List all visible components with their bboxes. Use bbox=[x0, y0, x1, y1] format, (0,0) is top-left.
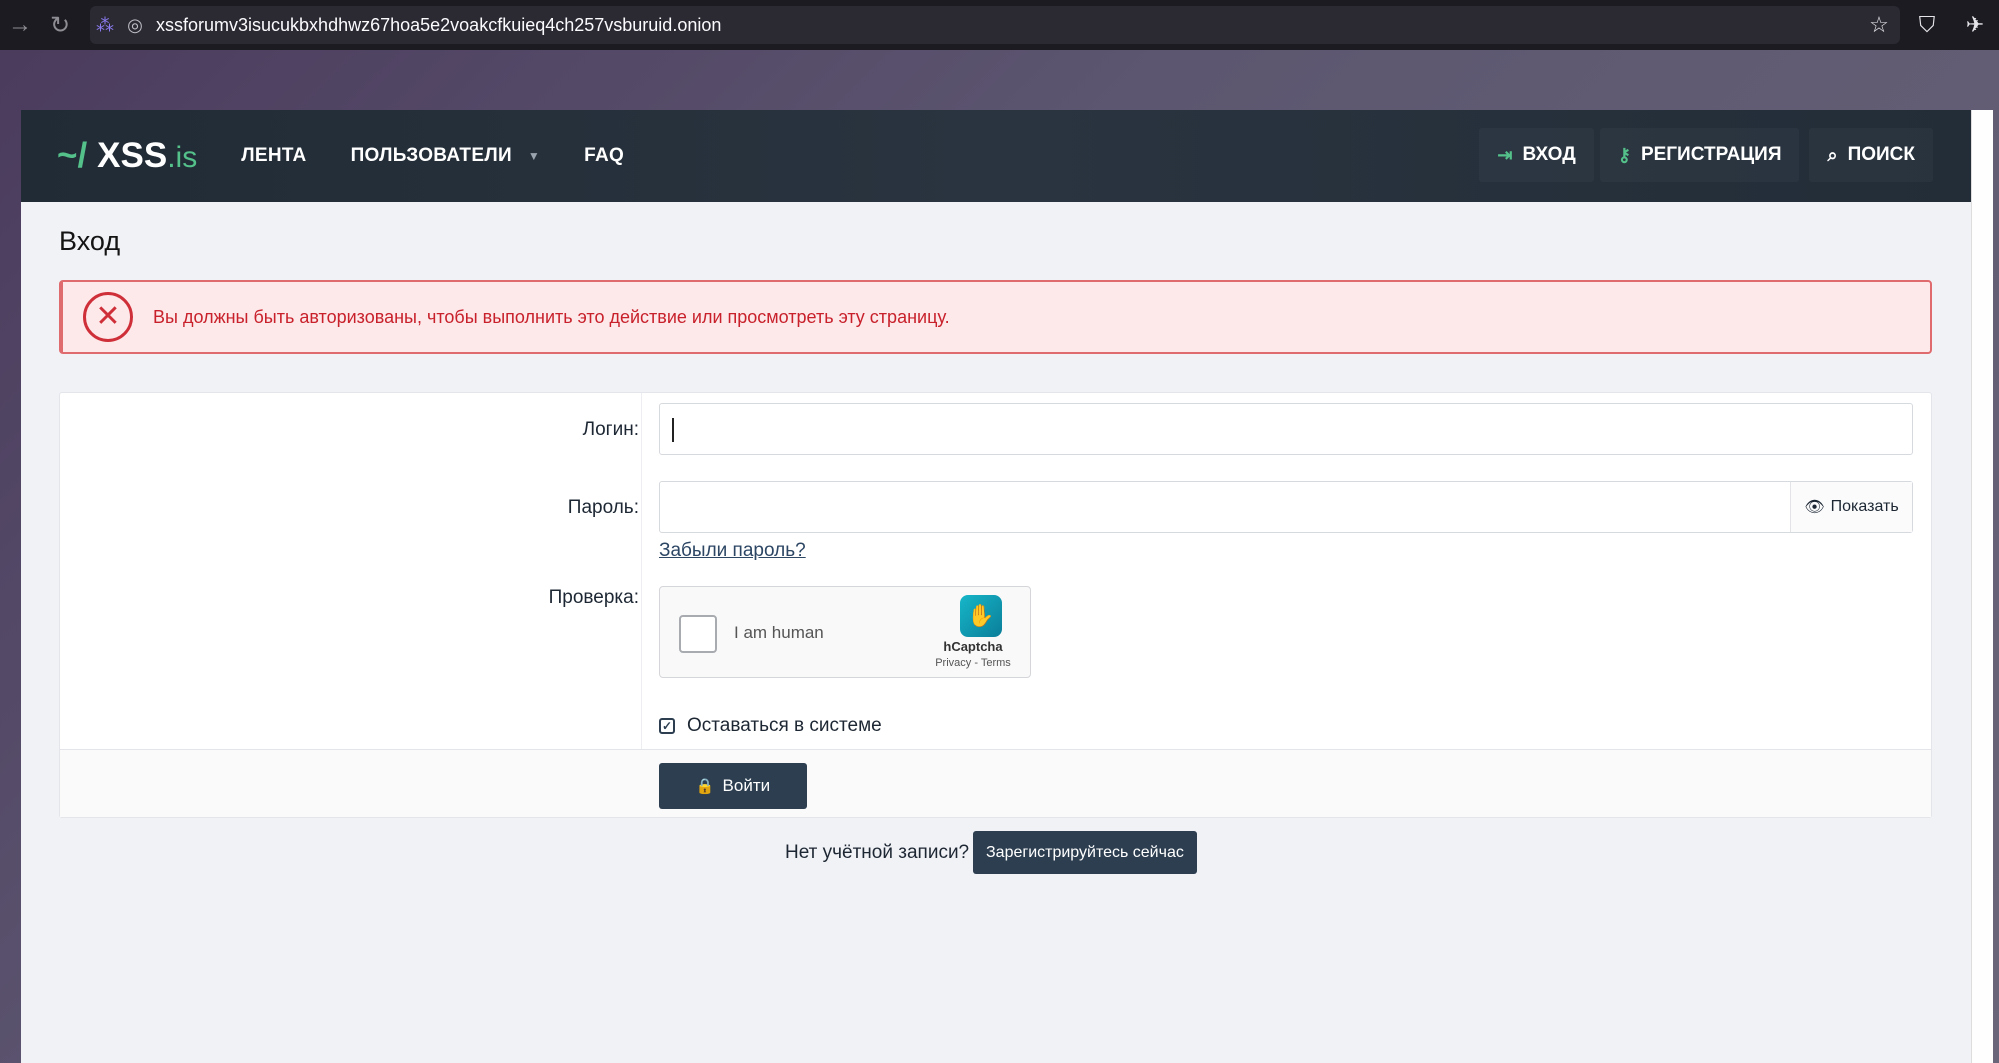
site-logo[interactable]: ~/ XSS .is bbox=[57, 136, 197, 176]
form-footer-row bbox=[60, 749, 1931, 817]
nav-faq[interactable]: FAQ bbox=[584, 145, 624, 167]
eye-icon: 👁 bbox=[1804, 499, 1825, 516]
password-label: Пароль: bbox=[567, 497, 639, 518]
hcaptcha-logo-icon: ✋ bbox=[960, 595, 1002, 637]
show-password-button[interactable]: 👁 Показать bbox=[1790, 482, 1912, 532]
nav-feed[interactable]: ЛЕНТА bbox=[241, 145, 306, 167]
no-account-text: Нет учётной записи? bbox=[785, 842, 970, 863]
tor-circuit-icon[interactable]: ⁂ bbox=[90, 15, 120, 36]
site-header: ~/ XSS .is ЛЕНТА ПОЛЬЗОВАТЕЛИ ▼ FAQ ⇥ ВХ… bbox=[21, 110, 1971, 202]
chevron-down-icon[interactable]: ▼ bbox=[528, 149, 540, 163]
login-nav-button[interactable]: ⇥ ВХОД bbox=[1479, 128, 1593, 182]
stay-logged-label: Оставаться в системе bbox=[687, 715, 882, 736]
logo-suffix: .is bbox=[167, 141, 198, 174]
reload-icon[interactable]: ↻ bbox=[40, 0, 80, 50]
address-bar[interactable]: ⁂ ◎ xssforumv3isucukbxhdhwz67hoa5e2voakc… bbox=[90, 6, 1900, 44]
search-nav-label: ПОИСК bbox=[1847, 144, 1915, 165]
lock-icon: 🔒 bbox=[695, 778, 715, 795]
page-edge bbox=[1971, 110, 1993, 1063]
sign-in-icon: ⇥ bbox=[1497, 144, 1513, 165]
stay-logged-in[interactable]: ✓ Оставаться в системе bbox=[659, 715, 882, 737]
label-column bbox=[60, 393, 642, 749]
show-password-label: Показать bbox=[1830, 498, 1899, 515]
captcha-checkbox[interactable] bbox=[679, 615, 717, 653]
hcaptcha-brand: hCaptcha bbox=[943, 639, 1003, 654]
forgot-password-link[interactable]: Забыли пароль? bbox=[659, 540, 806, 562]
login-input[interactable] bbox=[659, 403, 1913, 455]
login-nav-label: ВХОД bbox=[1522, 144, 1576, 165]
submit-login-button[interactable]: 🔒 Войти bbox=[659, 763, 807, 809]
login-label: Логин: bbox=[582, 419, 639, 440]
logo-prefix: ~/ bbox=[57, 136, 88, 175]
key-icon: ⚷ bbox=[1617, 144, 1631, 165]
site-container: ~/ XSS .is ЛЕНТА ПОЛЬЗОВАТЕЛИ ▼ FAQ ⇥ ВХ… bbox=[21, 110, 1971, 1063]
hcaptcha-widget: I am human ✋ hCaptcha Privacy - Terms bbox=[659, 586, 1031, 678]
register-nav-button[interactable]: ⚷ РЕГИСТРАЦИЯ bbox=[1600, 128, 1800, 182]
error-alert: ✕ Вы должны быть авторизованы, чтобы вып… bbox=[59, 280, 1932, 354]
error-icon: ✕ bbox=[83, 292, 133, 342]
captcha-text: I am human bbox=[734, 623, 824, 642]
text-cursor bbox=[672, 418, 674, 442]
url-text[interactable]: xssforumv3isucukbxhdhwz67hoa5e2voakcfkui… bbox=[156, 15, 721, 36]
browser-toolbar: → ↻ ⁂ ◎ xssforumv3isucukbxhdhwz67hoa5e2v… bbox=[0, 0, 1999, 50]
page-title: Вход bbox=[59, 226, 121, 256]
alert-message: Вы должны быть авторизованы, чтобы выпол… bbox=[153, 306, 950, 327]
verify-label: Проверка: bbox=[548, 587, 639, 608]
logo-main: XSS bbox=[97, 136, 168, 175]
register-now-button[interactable]: Зарегистрируйтесь сейчас bbox=[973, 831, 1197, 874]
forward-icon[interactable]: → bbox=[0, 0, 40, 50]
login-form: Логин: Пароль: 👁 Показать Забыли пароль?… bbox=[59, 392, 1932, 818]
password-input[interactable]: 👁 Показать bbox=[659, 481, 1913, 533]
shield-icon[interactable]: ⛉ bbox=[1903, 12, 1951, 38]
extensions-icon[interactable]: ✈ bbox=[1951, 12, 1999, 38]
search-nav-button[interactable]: ⌕ ПОИСК bbox=[1809, 128, 1933, 182]
nav-users-label: ПОЛЬЗОВАТЕЛИ bbox=[350, 145, 512, 166]
hcaptcha-links[interactable]: Privacy - Terms bbox=[918, 657, 1028, 669]
onion-lock-icon[interactable]: ◎ bbox=[120, 15, 150, 36]
bookmark-star-icon[interactable]: ☆ bbox=[1855, 12, 1903, 38]
submit-login-label: Войти bbox=[722, 776, 771, 795]
stay-logged-checkbox[interactable]: ✓ bbox=[659, 718, 675, 734]
register-nav-label: РЕГИСТРАЦИЯ bbox=[1640, 144, 1782, 165]
nav-users[interactable]: ПОЛЬЗОВАТЕЛИ ▼ bbox=[351, 145, 541, 167]
search-icon: ⌕ bbox=[1827, 144, 1838, 165]
